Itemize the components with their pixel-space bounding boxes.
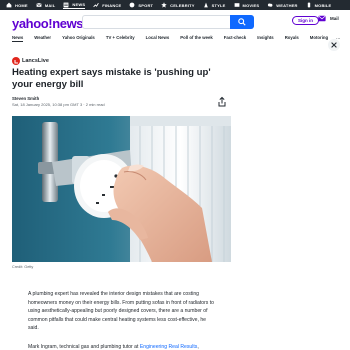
mail-icon bbox=[36, 2, 42, 7]
section-navigation: News Weather Yahoo Originals TV + Celebr… bbox=[0, 32, 350, 44]
star-icon bbox=[161, 2, 167, 8]
nav-tv-celebrity[interactable]: TV + Celebrity bbox=[106, 35, 135, 41]
topbar-label: MAIL bbox=[44, 2, 56, 8]
close-button[interactable] bbox=[328, 39, 340, 51]
topbar-label: CELEBRITY bbox=[170, 2, 195, 8]
sign-in-button[interactable]: Sign in bbox=[292, 16, 319, 25]
search-button[interactable] bbox=[230, 15, 254, 29]
topbar-label: HOME bbox=[15, 2, 28, 8]
mail-label: Mail bbox=[330, 16, 339, 21]
nav-weather[interactable]: Weather bbox=[34, 35, 51, 41]
engineering-real-results-link[interactable]: Engineering Real Results bbox=[140, 344, 197, 350]
sport-icon bbox=[129, 2, 135, 8]
topbar-item-sport[interactable]: SPORT bbox=[129, 2, 153, 8]
lancslive-logo-icon bbox=[12, 57, 20, 65]
nav-fact-check[interactable]: Fact-check bbox=[224, 35, 246, 41]
topbar-item-news[interactable]: NEWS bbox=[63, 2, 86, 9]
share-icon[interactable] bbox=[216, 96, 228, 108]
news-icon bbox=[63, 2, 69, 7]
nav-royals[interactable]: Royals bbox=[285, 35, 299, 41]
weather-icon bbox=[268, 3, 273, 7]
topbar-item-movies[interactable]: MOVIES bbox=[234, 2, 260, 8]
envelope-icon bbox=[318, 15, 326, 22]
topbar-item-style[interactable]: STYLE bbox=[203, 2, 226, 8]
nav-insights[interactable]: Insights bbox=[257, 35, 273, 41]
search-icon bbox=[238, 18, 246, 26]
article-dateline: Sat, 18 January 2025, 10:38 pm GMT 3 · 2… bbox=[12, 102, 105, 107]
image-credit: Credit: Getty bbox=[12, 265, 34, 269]
article-paragraph: A plumbing expert has revealed the inter… bbox=[28, 291, 215, 332]
mobile-icon bbox=[307, 2, 310, 8]
top-navigation-bar: HOME MAIL NEWS FINANCE SPORT CELEBRITY S… bbox=[0, 0, 350, 10]
nav-local-news[interactable]: Local News bbox=[146, 35, 170, 41]
search-bar bbox=[82, 15, 254, 34]
topbar-label: STYLE bbox=[211, 2, 226, 8]
topbar-item-weather[interactable]: WEATHER bbox=[267, 2, 297, 8]
article-photo bbox=[12, 116, 231, 262]
paragraph-text: , bbox=[197, 343, 199, 350]
topbar-label: FINANCE bbox=[102, 2, 122, 8]
article-headline: Heating expert says mistake is 'pushing … bbox=[12, 67, 211, 90]
nav-news[interactable]: News bbox=[12, 35, 24, 42]
nav-yahoo-originals[interactable]: Yahoo Originals bbox=[62, 35, 95, 41]
style-icon bbox=[203, 2, 208, 8]
radiator-thermostat-image bbox=[12, 116, 231, 262]
article-paragraph: Mark Ingram, technical gas and plumbing … bbox=[28, 343, 218, 350]
mail-link[interactable]: Mail bbox=[318, 15, 339, 22]
topbar-label: WEATHER bbox=[276, 2, 298, 8]
topbar-label: MOVIES bbox=[242, 2, 260, 8]
topbar-item-celebrity[interactable]: CELEBRITY bbox=[161, 2, 194, 8]
topbar-label: NEWS bbox=[72, 2, 86, 7]
nav-motoring[interactable]: Motoring bbox=[310, 35, 328, 41]
article-source[interactable]: LancsLive bbox=[12, 57, 49, 65]
topbar-item-mobile[interactable]: MOBILE bbox=[306, 2, 332, 8]
close-icon bbox=[331, 42, 337, 48]
article-body: A plumbing expert has revealed the inter… bbox=[28, 290, 218, 350]
movies-icon bbox=[234, 3, 239, 7]
topbar-item-mail[interactable]: MAIL bbox=[36, 2, 56, 8]
paragraph-text: Mark Ingram, technical gas and plumbing … bbox=[28, 343, 140, 350]
yahoo-news-logo[interactable]: yahoo!news bbox=[12, 16, 84, 31]
topbar-item-finance[interactable]: FINANCE bbox=[93, 2, 121, 8]
nav-poll-of-the-week[interactable]: Poll of the week bbox=[180, 35, 212, 41]
topbar-label: MOBILE bbox=[314, 2, 332, 8]
topbar-label: SPORT bbox=[138, 2, 154, 8]
finance-icon bbox=[93, 2, 99, 8]
article-author[interactable]: Steven Smith bbox=[12, 96, 39, 101]
home-icon bbox=[6, 2, 12, 8]
source-name: LancsLive bbox=[22, 58, 49, 64]
topbar-item-home[interactable]: HOME bbox=[6, 2, 28, 8]
